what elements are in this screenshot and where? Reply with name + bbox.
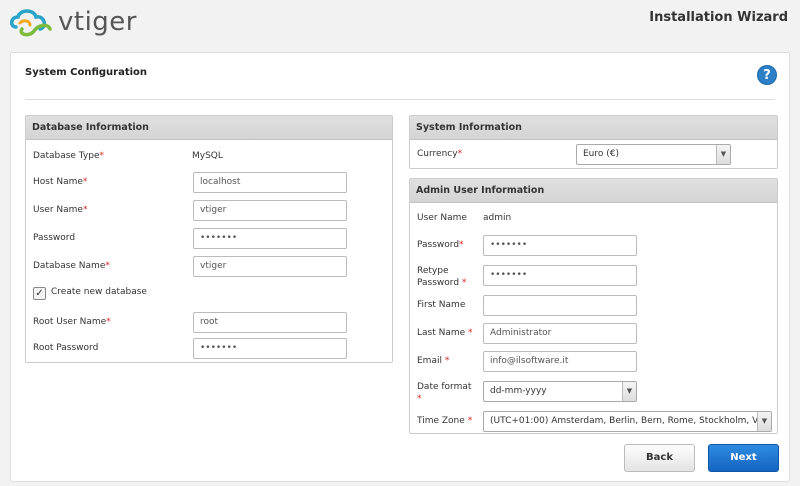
date-format-row: Date format * dd-mm-yyyy ▼ — [410, 381, 779, 407]
last-name-label: Last Name * — [417, 328, 473, 338]
root-user-input[interactable]: root — [193, 312, 347, 333]
cloud-logo-icon — [10, 9, 52, 37]
wizard-title: Installation Wizard — [649, 10, 788, 25]
root-user-row: Root User Name* root — [26, 312, 394, 334]
chevron-down-icon: ▼ — [716, 145, 730, 164]
timezone-select[interactable]: (UTC+01:00) Amsterdam, Berlin, Bern, Rom… — [483, 411, 772, 432]
root-password-input[interactable]: ••••••• — [193, 338, 347, 359]
chevron-down-icon: ▼ — [622, 382, 636, 401]
admin-username-row: User Name admin — [410, 208, 779, 230]
host-name-label: Host Name* — [33, 177, 88, 187]
currency-select-value: Euro (€) — [583, 149, 620, 159]
first-name-label: First Name — [417, 300, 466, 310]
create-database-checkbox[interactable]: ✓ — [33, 287, 46, 300]
page-title: System Configuration — [25, 67, 148, 78]
currency-label: Currency* — [417, 149, 463, 159]
admin-password-label: Password* — [417, 240, 464, 250]
date-format-select[interactable]: dd-mm-yyyy ▼ — [483, 381, 637, 402]
chevron-down-icon: ▼ — [757, 412, 771, 431]
system-panel: System Information Currency* Euro (€) ▼ — [409, 115, 778, 169]
first-name-row: First Name — [410, 295, 779, 317]
logo-text: vtiger — [58, 7, 137, 37]
retype-password-label: Retype Password * — [417, 266, 467, 288]
user-name-label: User Name* — [33, 205, 88, 215]
create-database-row: ✓ Create new database — [26, 284, 394, 306]
user-name-row: User Name* vtiger — [26, 200, 394, 222]
currency-row: Currency* Euro (€) ▼ — [410, 144, 779, 166]
database-panel: Database Information Database Type* MySQ… — [25, 115, 393, 363]
retype-password-input[interactable]: ••••••• — [483, 265, 637, 286]
date-format-select-value: dd-mm-yyyy — [490, 386, 547, 396]
user-name-input[interactable]: vtiger — [193, 200, 347, 221]
vtiger-logo: vtiger — [8, 5, 148, 39]
first-name-input[interactable] — [483, 295, 637, 316]
database-name-row: Database Name* vtiger — [26, 256, 394, 278]
password-row: Password ••••••• — [26, 228, 394, 250]
top-bar: vtiger Installation Wizard — [0, 0, 800, 44]
password-input[interactable]: ••••••• — [193, 228, 347, 249]
email-row: Email * info@ilsoftware.it — [410, 351, 779, 373]
database-type-label: Database Type* — [33, 151, 104, 161]
system-panel-header: System Information — [410, 116, 777, 140]
email-label: Email * — [417, 356, 450, 366]
password-label: Password — [33, 233, 76, 243]
admin-panel-header: Admin User Information — [410, 179, 777, 203]
back-button[interactable]: Back — [624, 444, 695, 472]
host-name-row: Host Name* localhost — [26, 172, 394, 194]
admin-panel: Admin User Information User Name admin P… — [409, 178, 778, 434]
database-name-label: Database Name* — [33, 261, 110, 271]
help-icon[interactable]: ? — [757, 65, 777, 85]
last-name-input[interactable]: Administrator — [483, 323, 637, 344]
timezone-row: Time Zone * (UTC+01:00) Amsterdam, Berli… — [410, 411, 779, 433]
admin-username-value: admin — [483, 213, 512, 223]
database-name-input[interactable]: vtiger — [193, 256, 347, 277]
create-database-label: Create new database — [51, 287, 147, 297]
root-password-row: Root Password ••••••• — [26, 338, 394, 360]
database-type-row: Database Type* MySQL — [26, 146, 394, 168]
next-button[interactable]: Next — [708, 444, 779, 472]
database-panel-header: Database Information — [26, 116, 392, 140]
root-user-label: Root User Name* — [33, 317, 111, 327]
configuration-card: System Configuration ? Database Informat… — [10, 52, 790, 482]
currency-select[interactable]: Euro (€) ▼ — [576, 144, 731, 165]
database-type-value: MySQL — [192, 151, 223, 161]
timezone-select-value: (UTC+01:00) Amsterdam, Berlin, Bern, Rom… — [490, 416, 772, 426]
root-password-label: Root Password — [33, 343, 99, 353]
email-input[interactable]: info@ilsoftware.it — [483, 351, 637, 372]
admin-password-row: Password* ••••••• — [410, 235, 779, 257]
retype-password-row: Retype Password * ••••••• — [410, 265, 779, 291]
date-format-label: Date format * — [417, 382, 472, 404]
divider — [25, 99, 775, 100]
admin-password-input[interactable]: ••••••• — [483, 235, 637, 256]
timezone-label: Time Zone * — [417, 416, 473, 426]
admin-username-label: User Name — [417, 213, 467, 223]
last-name-row: Last Name * Administrator — [410, 323, 779, 345]
host-name-input[interactable]: localhost — [193, 172, 347, 193]
